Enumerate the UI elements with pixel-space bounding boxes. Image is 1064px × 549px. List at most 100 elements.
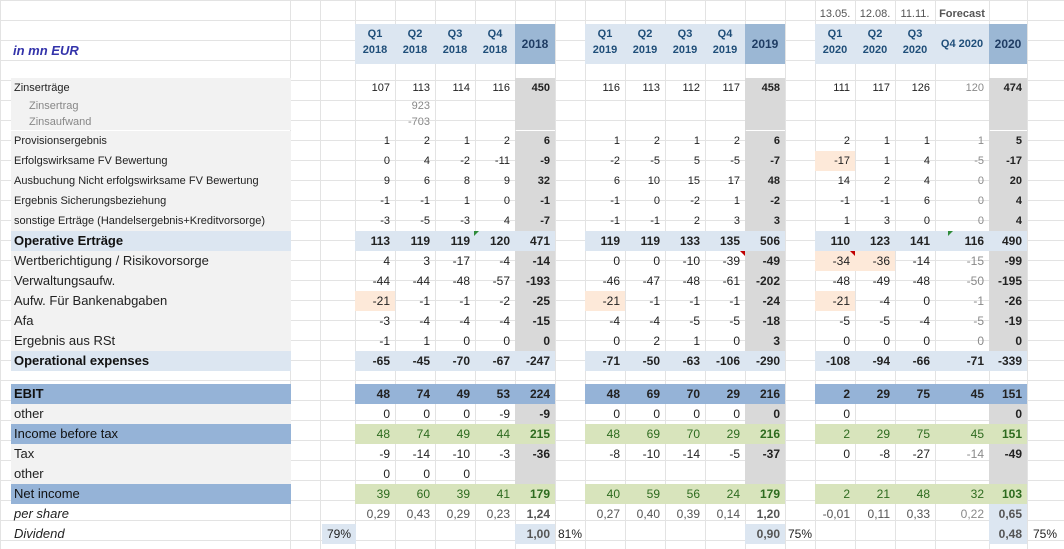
value-cell[interactable]: 0 [625, 251, 665, 271]
row-label[interactable]: Ergebnis aus RSt [11, 331, 291, 351]
value-cell[interactable]: 0 [435, 404, 475, 424]
value-cell[interactable] [585, 464, 625, 484]
value-cell[interactable] [355, 524, 395, 544]
value-cell[interactable] [665, 524, 705, 544]
value-cell[interactable]: -1 [585, 211, 625, 231]
value-cell[interactable] [475, 464, 515, 484]
value-cell[interactable] [895, 464, 935, 484]
value-cell[interactable]: 53 [475, 384, 515, 404]
value-cell[interactable]: 29 [855, 424, 895, 444]
row-label[interactable]: Ausbuchung Nicht erfolgswirksame FV Bewe… [11, 171, 291, 191]
value-cell[interactable]: 119 [585, 231, 625, 251]
column-header[interactable]: Q2 2020 [855, 24, 895, 64]
value-cell[interactable]: 0 [895, 291, 935, 311]
value-cell[interactable]: 141 [895, 231, 935, 251]
value-cell[interactable]: -5 [625, 151, 665, 171]
value-cell[interactable] [585, 114, 625, 130]
value-cell[interactable]: -3 [475, 444, 515, 464]
value-cell[interactable] [989, 464, 1027, 484]
value-cell[interactable]: 1 [665, 131, 705, 151]
value-cell[interactable]: 0,48 [989, 524, 1027, 544]
value-cell[interactable]: 179 [515, 484, 555, 504]
value-cell[interactable]: 117 [855, 78, 895, 98]
value-cell[interactable] [515, 464, 555, 484]
value-cell[interactable]: 0,65 [989, 504, 1027, 524]
value-cell[interactable] [475, 524, 515, 544]
value-cell[interactable]: 0,22 [935, 504, 989, 524]
value-cell[interactable] [475, 114, 515, 130]
value-cell[interactable]: 5 [989, 131, 1027, 151]
value-cell[interactable]: -247 [515, 351, 555, 371]
value-cell[interactable] [625, 114, 665, 130]
value-cell[interactable]: -106 [705, 351, 745, 371]
value-cell[interactable]: 0 [815, 404, 855, 424]
value-cell[interactable]: 113 [625, 78, 665, 98]
value-cell[interactable]: -14 [395, 444, 435, 464]
value-cell[interactable]: 44 [475, 424, 515, 444]
value-cell[interactable] [665, 114, 705, 130]
value-cell[interactable] [515, 98, 555, 114]
value-cell[interactable]: -1 [665, 291, 705, 311]
column-header[interactable]: Q4 2018 [475, 24, 515, 64]
value-cell[interactable]: 0 [935, 191, 989, 211]
value-cell[interactable]: 0,11 [855, 504, 895, 524]
value-cell[interactable] [435, 114, 475, 130]
value-cell[interactable]: 0 [435, 331, 475, 351]
value-cell[interactable]: 1,20 [745, 504, 785, 524]
value-cell[interactable]: 9 [355, 171, 395, 191]
value-cell[interactable]: 151 [989, 384, 1027, 404]
value-cell[interactable]: -193 [515, 271, 555, 291]
value-cell[interactable]: 0 [355, 404, 395, 424]
value-cell[interactable]: -36 [515, 444, 555, 464]
value-cell[interactable]: 48 [895, 484, 935, 504]
value-cell[interactable]: -1 [355, 191, 395, 211]
value-cell[interactable] [435, 98, 475, 114]
value-cell[interactable]: 49 [435, 424, 475, 444]
value-cell[interactable]: 4 [395, 151, 435, 171]
value-cell[interactable]: 48 [355, 424, 395, 444]
value-cell[interactable]: -48 [895, 271, 935, 291]
value-cell[interactable]: 0 [355, 464, 395, 484]
value-cell[interactable] [895, 524, 935, 544]
row-label[interactable]: EBIT [11, 384, 291, 404]
value-cell[interactable]: 9 [475, 171, 515, 191]
column-header[interactable]: Q4 2020 [935, 24, 989, 64]
value-cell[interactable]: 32 [935, 484, 989, 504]
value-cell[interactable]: -21 [815, 291, 855, 311]
value-cell[interactable] [989, 98, 1027, 114]
value-cell[interactable]: 48 [585, 384, 625, 404]
value-cell[interactable]: 4 [475, 211, 515, 231]
column-header[interactable]: Q1 2018 [355, 24, 395, 64]
value-cell[interactable] [815, 114, 855, 130]
value-cell[interactable]: 110 [815, 231, 855, 251]
value-cell[interactable]: 114 [435, 78, 475, 98]
value-cell[interactable]: -339 [989, 351, 1027, 371]
value-cell[interactable]: -0,01 [815, 504, 855, 524]
value-cell[interactable]: -49 [989, 444, 1027, 464]
value-cell[interactable]: 0 [935, 331, 989, 351]
value-cell[interactable]: 119 [625, 231, 665, 251]
value-cell[interactable]: -49 [745, 251, 785, 271]
value-cell[interactable]: 49 [435, 384, 475, 404]
row-label[interactable]: Aufw. Für Bankenabgaben [11, 291, 291, 311]
value-cell[interactable]: -290 [745, 351, 785, 371]
column-header[interactable]: Q2 2019 [625, 24, 665, 64]
value-cell[interactable]: -37 [745, 444, 785, 464]
value-cell[interactable]: 2 [625, 331, 665, 351]
value-cell[interactable]: 0 [989, 331, 1027, 351]
value-cell[interactable]: -27 [895, 444, 935, 464]
value-cell[interactable]: 32 [515, 171, 555, 191]
value-cell[interactable]: 1 [665, 331, 705, 351]
value-cell[interactable]: 2 [855, 171, 895, 191]
value-cell[interactable]: 6 [895, 191, 935, 211]
value-cell[interactable] [625, 524, 665, 544]
value-cell[interactable]: -15 [515, 311, 555, 331]
value-cell[interactable]: 216 [745, 384, 785, 404]
value-cell[interactable]: -1 [395, 191, 435, 211]
value-cell[interactable]: -67 [475, 351, 515, 371]
value-cell[interactable]: -9 [475, 404, 515, 424]
value-cell[interactable]: 103 [989, 484, 1027, 504]
value-cell[interactable]: 0 [935, 171, 989, 191]
value-cell[interactable]: 2 [395, 131, 435, 151]
value-cell[interactable]: 0 [585, 331, 625, 351]
